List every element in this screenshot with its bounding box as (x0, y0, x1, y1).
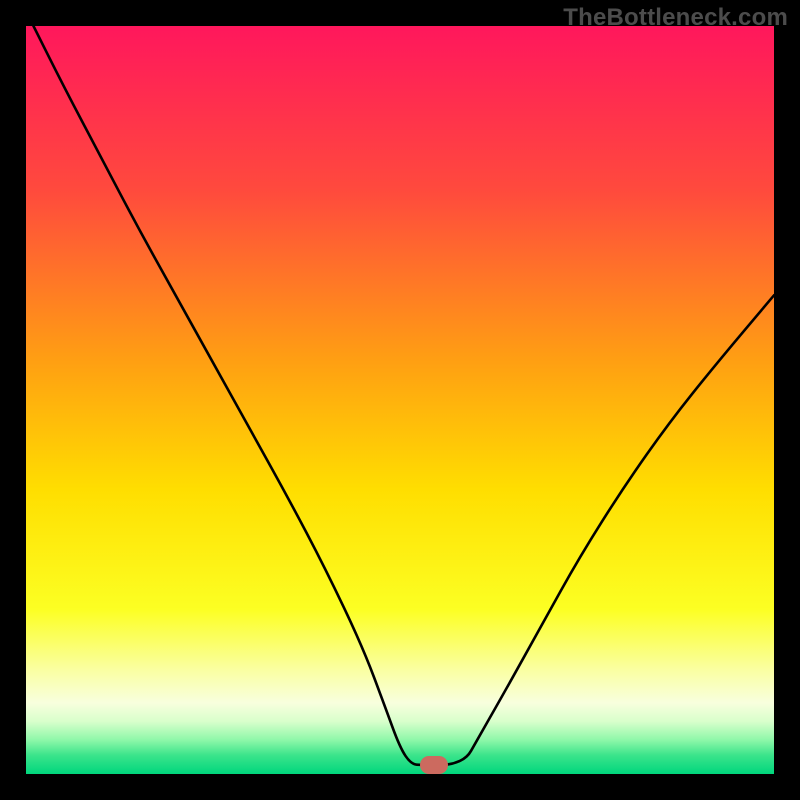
plot-area (26, 26, 774, 774)
chart-frame: TheBottleneck.com (0, 0, 800, 800)
minimum-marker (420, 756, 448, 774)
gradient-background (26, 26, 774, 774)
watermark-label: TheBottleneck.com (563, 4, 788, 32)
plot-svg (26, 26, 774, 774)
